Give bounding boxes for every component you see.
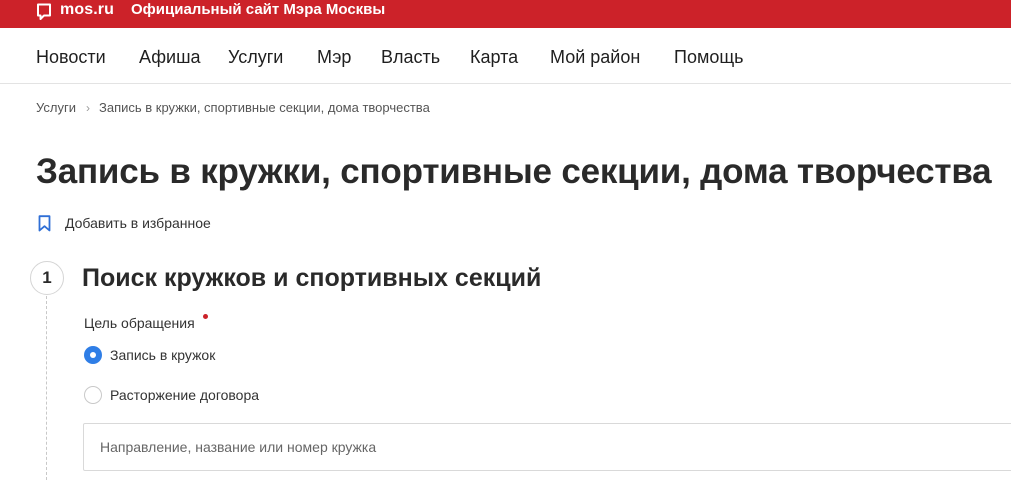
nav-item-mayor[interactable]: Мэр	[317, 46, 351, 68]
add-to-favorites-button[interactable]: Добавить в избранное	[38, 213, 211, 233]
bookmark-icon	[38, 214, 51, 231]
nav-item-government[interactable]: Власть	[381, 46, 440, 68]
nav-item-afisha[interactable]: Афиша	[139, 46, 201, 68]
radio-label-terminate: Расторжение договора	[110, 387, 260, 403]
speech-bubble-icon[interactable]	[36, 3, 52, 21]
nav-item-services[interactable]: Услуги	[228, 46, 283, 68]
site-logo[interactable]: mos.ru	[60, 0, 114, 20]
nav-item-my-district[interactable]: Мой район	[550, 46, 640, 68]
main-nav: Новости Афиша Услуги Мэр Власть Карта Мо…	[0, 28, 1011, 84]
step-title: Поиск кружков и спортивных секций	[82, 264, 542, 292]
nav-item-map[interactable]: Карта	[470, 46, 518, 68]
breadcrumb-item-services[interactable]: Услуги	[36, 100, 76, 115]
radio-button-unchecked[interactable]	[84, 386, 102, 404]
radio-option-enroll[interactable]: Запись в кружок	[84, 345, 215, 365]
purpose-field-label: Цель обращения	[84, 315, 195, 331]
breadcrumb-item-current: Запись в кружки, спортивные секции, дома…	[98, 100, 430, 115]
breadcrumb: Услуги › Запись в кружки, спортивные секци…	[36, 100, 430, 116]
step-number-badge: 1	[30, 261, 64, 295]
site-title[interactable]: Официальный сайт Мэра Москвы	[131, 0, 385, 20]
radio-label-enroll: Запись в кружок	[110, 347, 216, 363]
add-to-favorites-label: Добавить в избранное	[65, 215, 211, 231]
radio-button-checked[interactable]	[84, 346, 102, 364]
page-title: Запись в кружки, спортивные секции, дома…	[36, 152, 992, 191]
club-search-input[interactable]	[83, 423, 1011, 471]
nav-item-help[interactable]: Помощь	[674, 46, 744, 68]
chevron-right-icon: ›	[85, 101, 90, 115]
required-indicator	[203, 314, 208, 319]
nav-item-news[interactable]: Новости	[36, 46, 106, 68]
radio-option-terminate[interactable]: Расторжение договора	[84, 385, 259, 405]
step-connector-line	[46, 296, 47, 480]
top-bar: mos.ru Официальный сайт Мэра Москвы	[0, 0, 1011, 28]
